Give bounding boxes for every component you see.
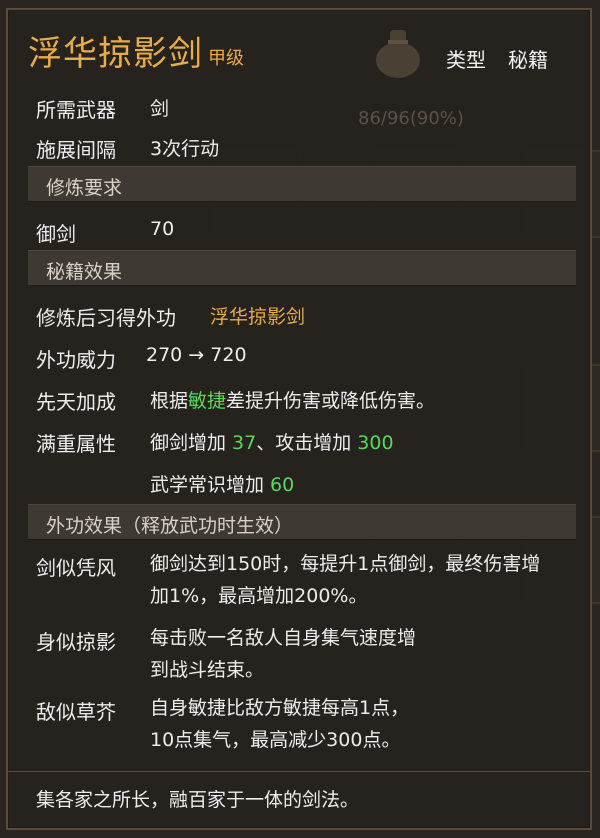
passive-desc-line: 御剑达到150时，每提升1点御剑，最终伤害增 xyxy=(150,553,541,575)
passive-name: 身似掠影 xyxy=(36,630,116,654)
full-label: 满重属性 xyxy=(36,432,116,456)
passive-desc-line: 加1%，最高增加200%。 xyxy=(150,585,368,607)
power-value: 270 → 720 xyxy=(146,344,247,366)
requirement-stat-value: 70 xyxy=(150,218,175,240)
skill-name: 浮华掠影剑 xyxy=(28,34,203,74)
effects-header: 秘籍效果 xyxy=(28,250,576,286)
passives-header-text: 外功效果（释放武功时生效） xyxy=(46,515,294,537)
passive-desc-line: 到战斗结束。 xyxy=(150,659,265,681)
passives-header: 外功效果（释放武功时生效） xyxy=(28,504,576,540)
passive-name: 敌似草芥 xyxy=(36,700,116,724)
learn-label: 修炼后习得外功 xyxy=(36,306,176,330)
requirement-stat-label: 御剑 xyxy=(36,222,76,246)
full-text: 武学常识增加 xyxy=(150,474,271,496)
requirements-header: 修炼要求 xyxy=(28,166,576,202)
passive-desc-line: 10点集气，最高减少300点。 xyxy=(150,729,401,751)
interval-label: 施展间隔 xyxy=(36,138,116,162)
bag-icon xyxy=(376,30,420,78)
innate-value: 根据敏捷差提升伤害或降低伤害。 xyxy=(150,386,435,413)
full-number: 37 xyxy=(232,432,257,454)
passive-name: 剑似凭风 xyxy=(36,556,116,580)
weapon-label: 所需武器 xyxy=(36,98,116,122)
skill-type: 类型 秘籍 xyxy=(446,44,548,73)
footer-divider xyxy=(6,771,592,772)
flavor-text: 集各家之所长，融百家于一体的剑法。 xyxy=(36,789,360,811)
weapon-value: 剑 xyxy=(150,98,170,120)
innate-label: 先天加成 xyxy=(36,390,116,414)
full-line-2: 武学常识增加 60 xyxy=(150,470,294,497)
full-number: 300 xyxy=(357,432,394,454)
interval-value: 3次行动 xyxy=(150,138,220,160)
full-text: 、攻击增加 xyxy=(256,432,358,454)
requirements-header-text: 修炼要求 xyxy=(46,177,123,199)
type-value: 秘籍 xyxy=(508,48,548,72)
full-text: 御剑增加 xyxy=(150,432,233,454)
innate-text-post: 差提升伤害或降低伤害。 xyxy=(226,390,436,412)
passive-desc-line: 每击败一名敌人自身集气速度增 xyxy=(150,627,417,649)
skill-grade: 甲级 xyxy=(208,48,244,69)
passive-desc-line: 自身敏捷比敌方敏捷每高1点， xyxy=(150,697,410,719)
learn-value: 浮华掠影剑 xyxy=(210,306,306,328)
full-number: 60 xyxy=(270,474,295,496)
innate-text-pre: 根据 xyxy=(150,390,189,412)
type-label: 类型 xyxy=(446,48,486,72)
innate-attribute: 敏捷 xyxy=(188,390,227,412)
durability-text: 86/96(90%) xyxy=(358,108,464,129)
effects-header-text: 秘籍效果 xyxy=(46,261,123,283)
power-label: 外功威力 xyxy=(36,348,116,372)
full-line-1: 御剑增加 37、攻击增加 300 xyxy=(150,428,394,455)
